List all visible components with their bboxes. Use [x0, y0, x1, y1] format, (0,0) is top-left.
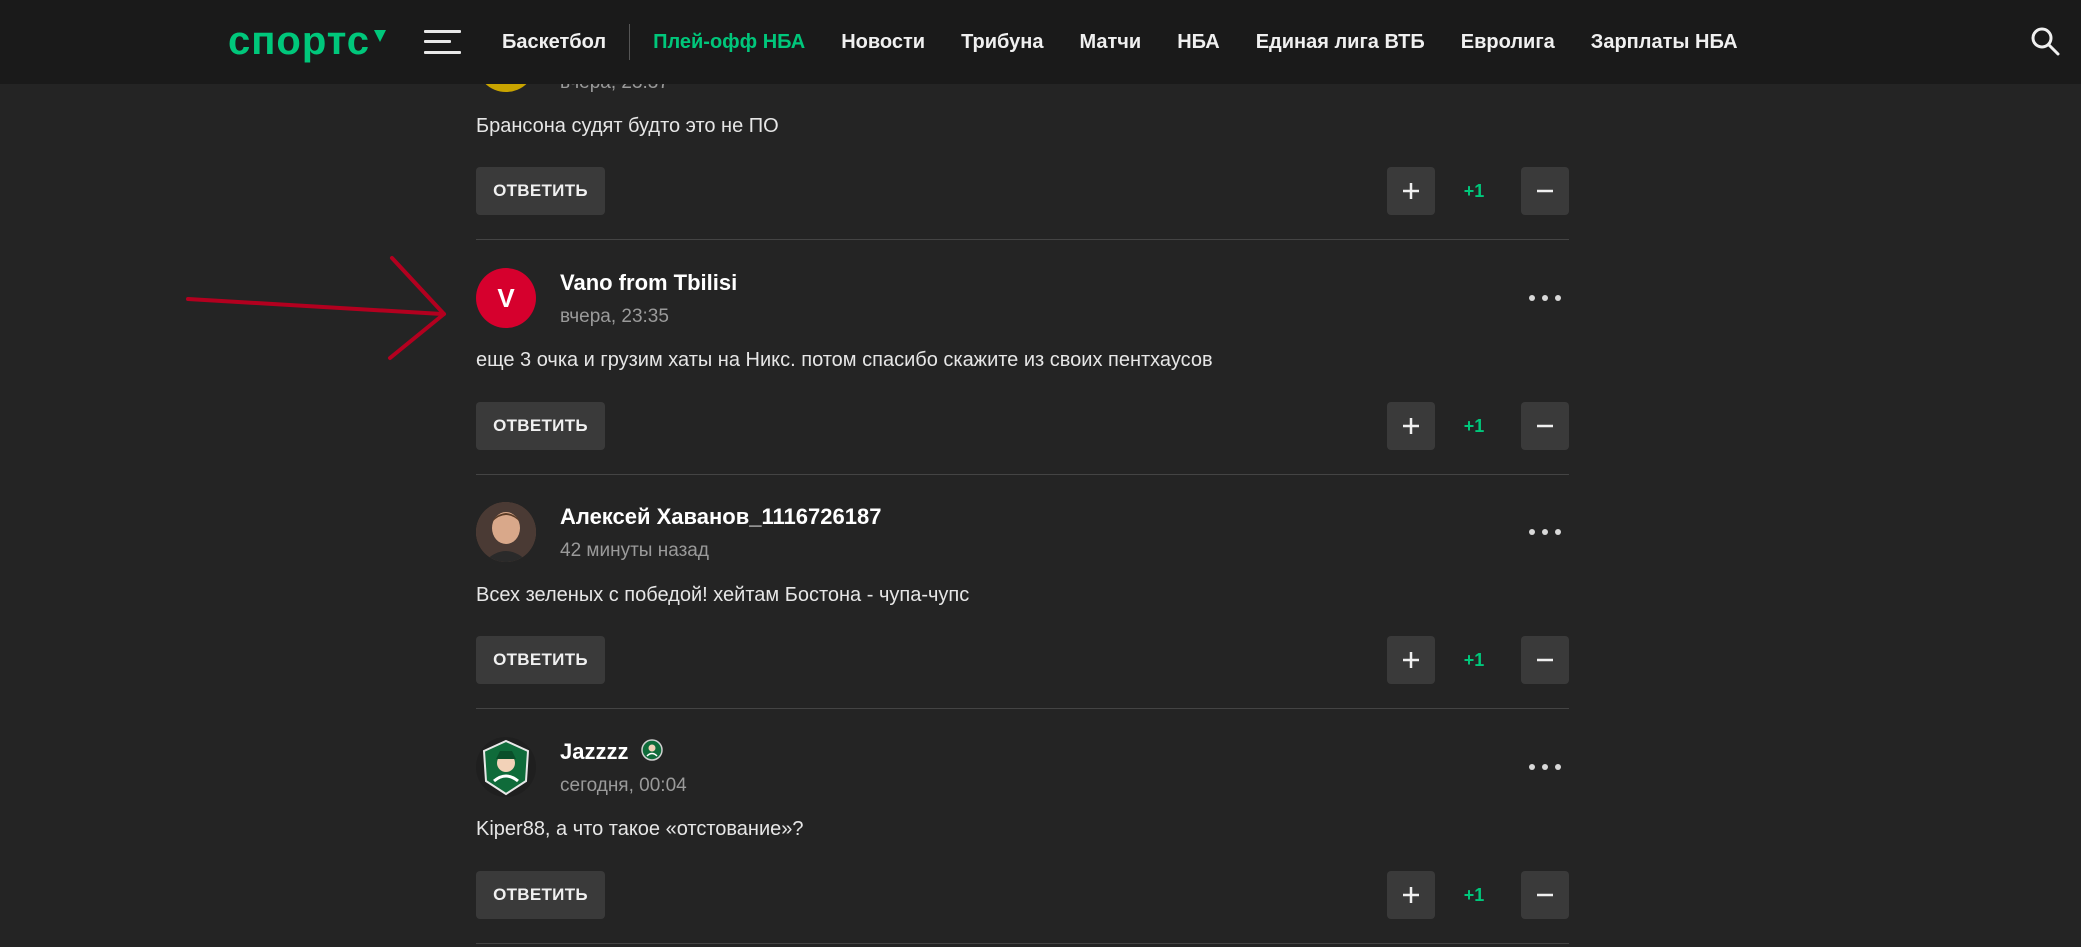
- menu-bar-middle: [424, 40, 451, 43]
- comment-time: вчера, 23:35: [560, 306, 669, 327]
- comment-author[interactable]: Jazzzz: [560, 739, 663, 765]
- plus-icon: [1403, 183, 1419, 199]
- nav-item-nba[interactable]: НБА: [1177, 31, 1220, 54]
- logo-tick-icon: [374, 30, 387, 42]
- plus-icon: [1403, 418, 1419, 434]
- plus-icon: [1403, 652, 1419, 668]
- downvote-button[interactable]: [1521, 871, 1569, 919]
- reply-button[interactable]: ОТВЕТИТЬ: [476, 167, 605, 215]
- plus-icon: [1403, 887, 1419, 903]
- nav-item-tribuna[interactable]: Трибуна: [961, 31, 1043, 54]
- user-photo-icon: [476, 502, 536, 562]
- more-icon[interactable]: [1529, 761, 1561, 773]
- comment-divider: [476, 239, 1569, 240]
- logo-text: спортс: [228, 19, 371, 63]
- nav-separator: [629, 24, 631, 60]
- menu-bar-top: [424, 30, 461, 33]
- upvote-button[interactable]: [1387, 167, 1435, 215]
- nav-item-matches[interactable]: Матчи: [1079, 31, 1141, 54]
- comment-score: +1: [1463, 885, 1485, 905]
- menu-bar-bottom: [424, 51, 461, 54]
- nav-item-basketball[interactable]: Баскетбол: [502, 31, 606, 54]
- comment-score: +1: [1463, 416, 1485, 436]
- comment-time: 42 минуты назад: [560, 540, 709, 561]
- comment-text: еще 3 очка и грузим хаты на Никс. потом …: [476, 349, 1213, 371]
- comment-time: сегодня, 00:04: [560, 775, 687, 796]
- nav-item-nba-salaries[interactable]: Зарплаты НБА: [1591, 31, 1738, 54]
- minus-icon: [1537, 893, 1553, 897]
- upvote-button[interactable]: [1387, 871, 1435, 919]
- avatar[interactable]: [476, 737, 536, 797]
- top-navigation-bar: спортс Баскетбол Плей-офф НБА Новости Тр…: [0, 0, 2081, 84]
- main-nav: Баскетбол Плей-офф НБА Новости Трибуна М…: [502, 0, 1774, 84]
- author-name: Jazzzz: [560, 739, 629, 764]
- upvote-button[interactable]: [1387, 402, 1435, 450]
- comment-divider: [476, 708, 1569, 709]
- avatar[interactable]: V: [476, 268, 536, 328]
- comment-text: Kiper88, а что такое «отстование»?: [476, 818, 804, 840]
- reply-button[interactable]: ОТВЕТИТЬ: [476, 871, 605, 919]
- comment-score: +1: [1463, 181, 1485, 201]
- downvote-button[interactable]: [1521, 402, 1569, 450]
- team-badge-icon: [482, 739, 530, 796]
- comment-author[interactable]: Vano from Tbilisi: [560, 270, 737, 296]
- comment-score: +1: [1463, 650, 1485, 670]
- site-logo[interactable]: спортс: [228, 20, 388, 62]
- nav-item-nba-playoffs[interactable]: Плей-офф НБА: [653, 31, 805, 54]
- minus-icon: [1537, 658, 1553, 662]
- comment-divider: [476, 474, 1569, 475]
- search-icon[interactable]: [2030, 26, 2060, 56]
- minus-icon: [1537, 424, 1553, 428]
- nav-item-euroleague[interactable]: Евролига: [1461, 31, 1555, 54]
- more-icon[interactable]: [1529, 526, 1561, 538]
- celtics-badge-icon: [640, 739, 663, 761]
- arrow-annotation: [186, 256, 446, 360]
- downvote-button[interactable]: [1521, 167, 1569, 215]
- nav-item-vtb-league[interactable]: Единая лига ВТБ: [1256, 31, 1425, 54]
- upvote-button[interactable]: [1387, 636, 1435, 684]
- more-icon[interactable]: [1529, 292, 1561, 304]
- minus-icon: [1537, 189, 1553, 193]
- menu-icon[interactable]: [424, 30, 461, 54]
- comment-text: Всех зеленых с победой! хейтам Бостона -…: [476, 584, 970, 606]
- comment-author[interactable]: Алексей Хаванов_1116726187: [560, 504, 881, 530]
- avatar-letter: V: [497, 282, 515, 313]
- reply-button[interactable]: ОТВЕТИТЬ: [476, 402, 605, 450]
- comment-divider: [476, 943, 1569, 944]
- reply-button[interactable]: ОТВЕТИТЬ: [476, 636, 605, 684]
- comment-text: Брансона судят будто это не ПО: [476, 115, 779, 137]
- avatar[interactable]: [476, 502, 536, 562]
- downvote-button[interactable]: [1521, 636, 1569, 684]
- nav-item-news[interactable]: Новости: [841, 31, 925, 54]
